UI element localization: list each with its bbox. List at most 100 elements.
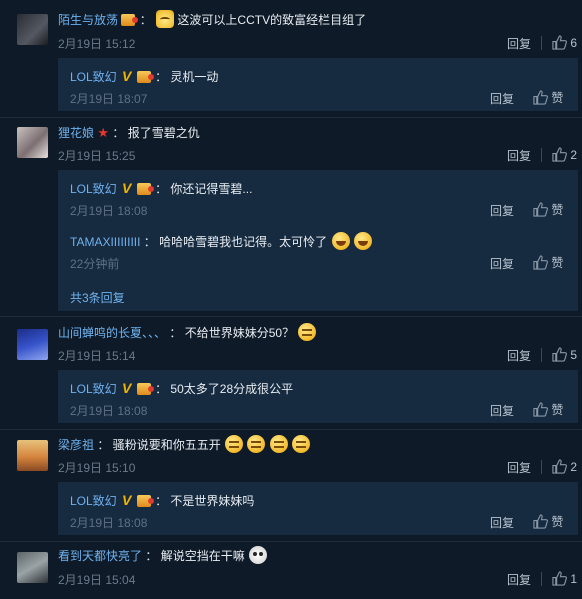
like-button[interactable]: 6 bbox=[552, 35, 577, 50]
smirk-emoji-icon bbox=[247, 435, 266, 453]
comment-timestamp: 2月19日 15:12 bbox=[58, 37, 136, 51]
laughing-emoji-icon bbox=[331, 232, 350, 250]
reply-username[interactable]: LOL致幻 bbox=[70, 382, 117, 396]
comment-header: 狸花娘 ★ ： 报了雪碧之仇 bbox=[58, 125, 200, 140]
thumb-up-icon bbox=[533, 402, 548, 417]
divider bbox=[541, 460, 542, 474]
like-button[interactable]: 1 bbox=[552, 571, 577, 586]
laughing-emoji-icon bbox=[353, 232, 372, 250]
like-button[interactable]: 赞 bbox=[533, 89, 563, 106]
reply-item: TAMAXIIIIIIIII ： 哈哈哈雪碧我也记得。太可怜了 bbox=[70, 232, 372, 250]
like-button[interactable]: 赞 bbox=[533, 513, 563, 530]
like-count: 6 bbox=[570, 36, 578, 50]
star-badge-icon: ★ bbox=[97, 125, 110, 140]
reply-button[interactable]: 回复 bbox=[490, 90, 514, 107]
thumb-up-icon bbox=[552, 347, 567, 362]
thumb-up-icon bbox=[552, 147, 567, 162]
comment-item: 狸花娘 ★ ： 报了雪碧之仇 2月19日 15:25 回复 2 LOL致幻 V … bbox=[0, 118, 582, 313]
thumb-up-icon bbox=[533, 255, 548, 270]
reply-button[interactable]: 回复 bbox=[507, 35, 531, 52]
reply-username[interactable]: LOL致幻 bbox=[70, 494, 117, 508]
divider bbox=[541, 148, 542, 162]
like-button[interactable]: 赞 bbox=[533, 401, 563, 418]
smirk-emoji-icon bbox=[225, 435, 244, 453]
reply-text: 你还记得雪碧... bbox=[170, 182, 253, 196]
reply-username[interactable]: TAMAXIIIIIIIII bbox=[70, 235, 140, 249]
reply-timestamp: 2月19日 18:08 bbox=[70, 516, 148, 530]
reply-button[interactable]: 回复 bbox=[490, 514, 514, 531]
comment-timestamp: 2月19日 15:25 bbox=[58, 149, 136, 163]
comment-header: 看到天都快亮了 ： 解说空挡在干嘛 bbox=[58, 546, 268, 566]
vip-v-icon: V bbox=[122, 180, 132, 196]
reply-panel: LOL致幻 V ： 你还记得雪碧... 2月19日 18:08 回复 赞 TAM… bbox=[58, 170, 578, 311]
reply-panel: LOL致幻 V ： 50太多了28分成很公平 2月19日 18:08 回复 赞 bbox=[58, 370, 578, 423]
thumb-up-icon bbox=[533, 90, 548, 105]
reply-text: 灵机一动 bbox=[170, 70, 219, 84]
comment-item: 看到天都快亮了 ： 解说空挡在干嘛 2月19日 15:04 回复 1 bbox=[0, 542, 582, 599]
comment-item: 山间蝉鸣的长夏、、、 ： 不给世界妹妹分50？ 2月19日 15:14 回复 5… bbox=[0, 317, 582, 427]
thumb-up-icon bbox=[552, 459, 567, 474]
comment-username[interactable]: 看到天都快亮了 bbox=[58, 549, 142, 563]
comment-text: 骚粉说要和你五五开 bbox=[112, 438, 221, 452]
avatar[interactable] bbox=[17, 440, 48, 471]
divider bbox=[541, 572, 542, 586]
divider bbox=[541, 348, 542, 362]
more-replies-link[interactable]: 共3条回复 bbox=[70, 289, 125, 306]
like-button[interactable]: 2 bbox=[552, 147, 577, 162]
reply-username[interactable]: LOL致幻 bbox=[70, 182, 117, 196]
reply-button[interactable]: 回复 bbox=[507, 459, 531, 476]
reply-button[interactable]: 回复 bbox=[490, 202, 514, 219]
reply-timestamp: 2月19日 18:07 bbox=[70, 92, 148, 106]
thumb-up-icon bbox=[533, 202, 548, 217]
comment-username[interactable]: 陌生与放荡 bbox=[58, 13, 118, 27]
comment-username[interactable]: 狸花娘 bbox=[58, 126, 94, 140]
reply-text: 不是世界妹妹吗 bbox=[170, 494, 255, 508]
reply-button[interactable]: 回复 bbox=[490, 255, 514, 272]
like-button[interactable]: 2 bbox=[552, 459, 577, 474]
reply-timestamp: 22分钟前 bbox=[70, 257, 120, 271]
like-count: 1 bbox=[570, 572, 578, 586]
like-count: 2 bbox=[570, 148, 578, 162]
reply-item: LOL致幻 V ： 灵机一动 bbox=[70, 68, 219, 84]
vip-v-icon: V bbox=[122, 492, 132, 508]
comment-header: 山间蝉鸣的长夏、、、 ： 不给世界妹妹分50？ bbox=[58, 323, 317, 343]
reply-button[interactable]: 回复 bbox=[507, 147, 531, 164]
thumb-up-icon bbox=[533, 514, 548, 529]
reply-timestamp: 2月19日 18:08 bbox=[70, 204, 148, 218]
reply-panel: LOL致幻 V ： 灵机一动 2月19日 18:07 回复 赞 bbox=[58, 58, 578, 111]
vip-v-icon: V bbox=[122, 68, 132, 84]
avatar[interactable] bbox=[17, 127, 48, 158]
like-count: 2 bbox=[570, 460, 578, 474]
avatar[interactable] bbox=[17, 329, 48, 360]
comment-username[interactable]: 山间蝉鸣的长夏、、、 bbox=[58, 326, 166, 340]
like-button[interactable]: 赞 bbox=[533, 254, 563, 271]
reply-item: LOL致幻 V ： 50太多了28分成很公平 bbox=[70, 380, 294, 396]
comment-timestamp: 2月19日 15:14 bbox=[58, 349, 136, 363]
reply-button[interactable]: 回复 bbox=[507, 571, 531, 588]
like-button[interactable]: 5 bbox=[552, 347, 577, 362]
avatar[interactable] bbox=[17, 552, 48, 583]
reply-item: LOL致幻 V ： 你还记得雪碧... bbox=[70, 180, 253, 196]
level-badge-icon bbox=[136, 183, 154, 195]
thumb-up-icon bbox=[552, 35, 567, 50]
comment-timestamp: 2月19日 15:10 bbox=[58, 461, 136, 475]
comment-text: 这波可以上CCTV的致富经栏目组了 bbox=[177, 13, 367, 27]
reply-username[interactable]: LOL致幻 bbox=[70, 70, 117, 84]
level-badge-icon bbox=[136, 71, 154, 83]
smirk-emoji-icon bbox=[292, 435, 311, 453]
reply-button[interactable]: 回复 bbox=[490, 402, 514, 419]
comment-timestamp: 2月19日 15:04 bbox=[58, 573, 136, 587]
reply-text: 50太多了28分成很公平 bbox=[170, 382, 294, 396]
avatar[interactable] bbox=[17, 14, 48, 45]
like-button[interactable]: 赞 bbox=[533, 201, 563, 218]
reply-text: 哈哈哈雪碧我也记得。太可怜了 bbox=[159, 235, 328, 249]
thumb-up-icon bbox=[552, 571, 567, 586]
like-label: 赞 bbox=[551, 403, 564, 417]
reply-button[interactable]: 回复 bbox=[507, 347, 531, 364]
like-label: 赞 bbox=[551, 515, 564, 529]
comment-username[interactable]: 梁彦祖 bbox=[58, 438, 94, 452]
panda-emoji-icon bbox=[249, 546, 268, 564]
reply-panel: LOL致幻 V ： 不是世界妹妹吗 2月19日 18:08 回复 赞 bbox=[58, 482, 578, 535]
like-label: 赞 bbox=[551, 203, 564, 217]
level-badge-icon bbox=[136, 383, 154, 395]
